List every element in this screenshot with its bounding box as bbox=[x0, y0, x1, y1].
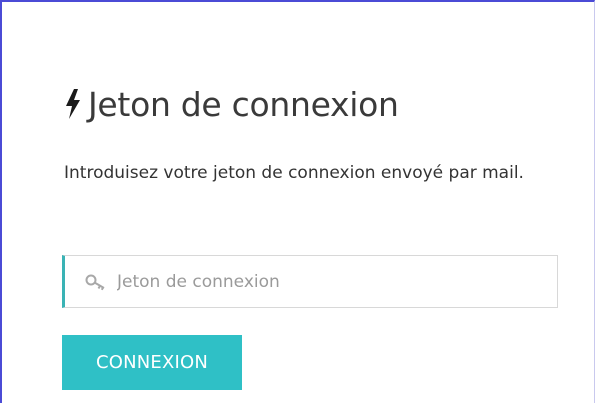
instruction-text: Introduisez votre jeton de connexion env… bbox=[64, 163, 524, 183]
page-title: Jeton de connexion bbox=[88, 84, 399, 124]
token-input[interactable] bbox=[117, 271, 517, 292]
bolt-icon bbox=[64, 89, 82, 119]
window-frame: Jeton de connexion Introduisez votre jet… bbox=[0, 0, 595, 405]
connexion-button[interactable]: CONNEXION bbox=[62, 335, 242, 390]
key-icon bbox=[85, 273, 107, 291]
token-field[interactable] bbox=[62, 255, 558, 308]
title-row: Jeton de connexion bbox=[64, 82, 399, 126]
